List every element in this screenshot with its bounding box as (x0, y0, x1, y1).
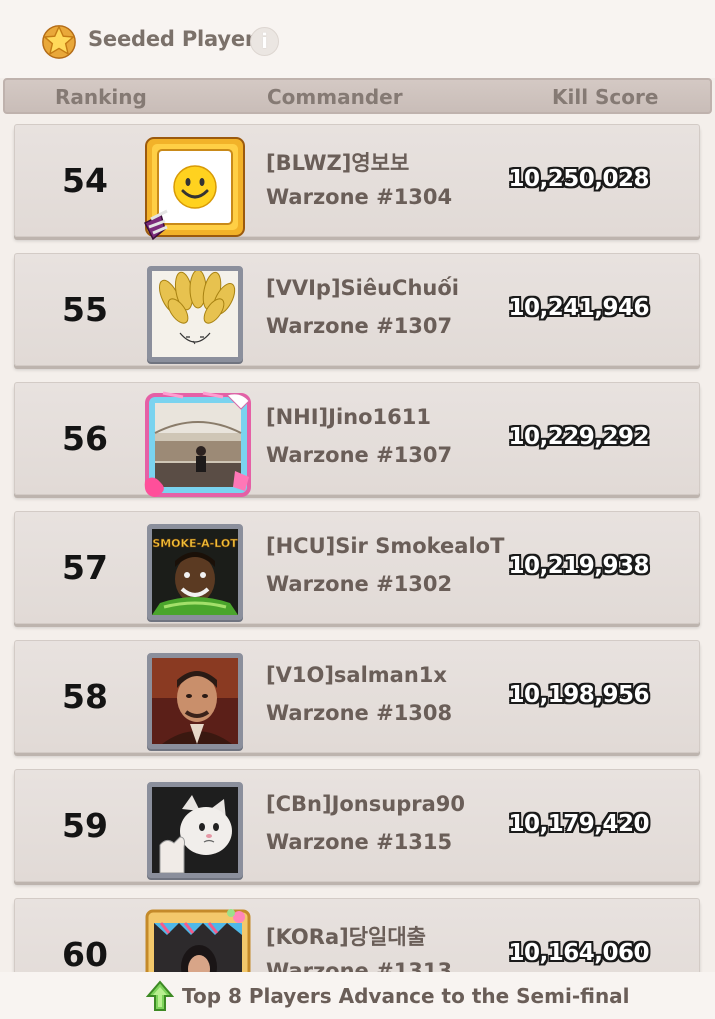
warzone-label: Warzone #1307 (266, 443, 453, 467)
rank-number: 54 (62, 161, 108, 200)
table-row[interactable]: 59 [CBn]Jonsupra90 Warzone #1315 10,179,… (14, 769, 700, 882)
rank-number: 55 (62, 290, 108, 329)
kill-score: 10,241,946 (508, 295, 649, 321)
column-header-kill-score: Kill Score (552, 85, 659, 109)
rank-number: 58 (62, 677, 108, 716)
table-row[interactable]: 56 [NHI]Jino1611 Warzone #1307 10,229,29… (14, 382, 700, 497)
commander-name: [HCU]Sir SmokealoT (266, 534, 505, 558)
column-header-ranking: Ranking (55, 85, 147, 109)
advance-notice: Top 8 Players Advance to the Semi-final (182, 984, 630, 1008)
table-row[interactable]: 58 [V1O]salman1x Warzone #1308 10,198,95… (14, 640, 700, 753)
table-row[interactable]: 54 [BLWZ]영보보 Warzone #1304 10,250,028 (14, 124, 700, 241)
table-row[interactable]: 57 SMOKE-A-LOT [HCU]Sir SmokealoT Warzon… (14, 511, 700, 624)
svg-text:SMOKE-A-LOT: SMOKE-A-LOT (152, 537, 238, 550)
kill-score: 10,164,060 (508, 940, 649, 966)
info-icon[interactable]: i (250, 27, 279, 56)
commander-name: [BLWZ]영보보 (266, 151, 410, 175)
kill-score: 10,198,956 (508, 682, 649, 708)
commander-name: [KORa]당일대출 (266, 925, 426, 949)
kill-score: 10,229,292 (508, 424, 649, 450)
arena-avatar-icon[interactable] (144, 391, 251, 497)
table-row[interactable]: 60 [KORa]당일대출 Warzone #1313 10,164,060 (14, 898, 700, 972)
banana-hair-avatar-icon[interactable] (147, 266, 243, 362)
column-header-commander: Commander (267, 85, 403, 109)
column-header-bar: Ranking Commander Kill Score (3, 78, 712, 114)
smoke-a-lot-avatar-icon[interactable]: SMOKE-A-LOT (147, 524, 243, 620)
portrait-avatar-icon[interactable] (147, 653, 243, 749)
page-title: Seeded Player (88, 27, 256, 51)
kill-score: 10,250,028 (508, 166, 649, 192)
kill-score: 10,179,420 (508, 811, 649, 837)
rank-number: 59 (62, 806, 108, 845)
warzone-label: Warzone #1308 (266, 701, 453, 725)
cat-thumbs-up-avatar-icon[interactable] (147, 782, 243, 878)
warzone-label: Warzone #1307 (266, 314, 453, 338)
commander-name: [NHI]Jino1611 (266, 405, 431, 429)
warzone-label: Warzone #1315 (266, 830, 453, 854)
party-portrait-avatar-icon[interactable] (145, 909, 251, 972)
commander-name: [VVIp]SiêuChuối (266, 276, 459, 300)
star-icon (42, 25, 76, 59)
table-row[interactable]: 55 [VVIp]SiêuChuối Warzone #1307 10,241,… (14, 253, 700, 366)
commander-name: [CBn]Jonsupra90 (266, 792, 465, 816)
kill-score: 10,219,938 (508, 553, 649, 579)
rank-number: 60 (62, 935, 108, 972)
warzone-label: Warzone #1304 (266, 185, 453, 209)
warzone-label: Warzone #1313 (266, 959, 453, 972)
rank-number: 56 (62, 419, 108, 458)
up-arrow-icon (146, 980, 174, 1011)
top-bar: Seeded Player i (0, 0, 715, 78)
commander-name: [V1O]salman1x (266, 663, 447, 687)
footer: Top 8 Players Advance to the Semi-final (0, 972, 715, 1019)
warzone-label: Warzone #1302 (266, 572, 453, 596)
smiley-avatar-icon[interactable] (143, 137, 245, 241)
ranking-list[interactable]: 54 [BLWZ]영보보 Warzone #1304 10,250,028 55 (0, 114, 715, 972)
rank-number: 57 (62, 548, 108, 587)
